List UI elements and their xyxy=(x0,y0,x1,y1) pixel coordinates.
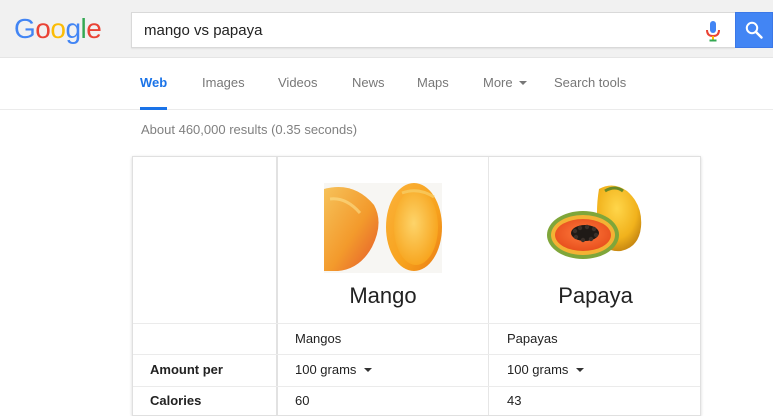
fruit-subtitle-papaya[interactable]: Papayas xyxy=(507,331,558,347)
tab-web[interactable]: Web xyxy=(140,58,168,110)
caret-down-icon xyxy=(576,367,585,372)
logo-letter: G xyxy=(14,13,36,44)
tab-label: News xyxy=(352,75,385,90)
logo-letter: g xyxy=(65,13,81,44)
tab-news[interactable]: News xyxy=(352,58,385,110)
tab-videos[interactable]: Videos xyxy=(278,58,318,110)
microphone-icon[interactable] xyxy=(703,20,723,42)
search-input[interactable] xyxy=(132,13,692,47)
serving-value: 100 grams xyxy=(295,362,357,377)
row-label-calories: Calories xyxy=(150,393,202,408)
fruit-name-mango[interactable]: Mango xyxy=(278,283,488,309)
serving-value: 100 grams xyxy=(507,362,569,377)
tab-label: Web xyxy=(140,75,168,90)
serving-dropdown-mango[interactable]: 100 grams xyxy=(295,362,373,378)
comparison-card: Mango Papaya Mangos Papayas Amount per 1… xyxy=(132,156,701,416)
search-button[interactable] xyxy=(735,12,773,48)
tab-label: Maps xyxy=(417,75,449,90)
logo-letter: e xyxy=(86,13,102,44)
calories-value-mango: 60 xyxy=(295,393,310,408)
result-stats: About 460,000 results (0.35 seconds) xyxy=(141,122,358,137)
fruit-name-papaya[interactable]: Papaya xyxy=(489,283,702,309)
search-header: Google xyxy=(0,0,773,58)
fruit-subtitle-mango[interactable]: Mangos xyxy=(295,331,341,347)
serving-dropdown-papaya[interactable]: 100 grams xyxy=(507,362,585,378)
search-icon xyxy=(745,21,763,39)
tab-more[interactable]: More xyxy=(483,58,527,110)
tab-label: More xyxy=(483,75,513,90)
tab-label: Videos xyxy=(278,75,318,90)
calories-value-papaya: 43 xyxy=(507,393,522,408)
mango-image[interactable] xyxy=(324,183,442,273)
row-divider xyxy=(133,386,700,387)
caret-down-icon xyxy=(518,80,527,85)
search-tabs: Web Images Videos News Maps More Search … xyxy=(0,58,773,110)
tab-images[interactable]: Images xyxy=(202,58,245,110)
papaya-image[interactable] xyxy=(547,183,645,269)
row-label-amount-per: Amount per xyxy=(150,362,223,377)
row-divider xyxy=(133,354,700,355)
logo-letter: o xyxy=(50,13,66,44)
google-logo[interactable]: Google xyxy=(14,13,102,44)
search-box xyxy=(131,12,735,48)
tab-label: Images xyxy=(202,75,245,90)
tab-label: Search tools xyxy=(554,75,627,90)
tab-maps[interactable]: Maps xyxy=(417,58,449,110)
caret-down-icon xyxy=(364,367,373,372)
row-divider xyxy=(133,323,700,324)
logo-letter: o xyxy=(35,13,51,44)
tab-search-tools[interactable]: Search tools xyxy=(554,58,626,110)
